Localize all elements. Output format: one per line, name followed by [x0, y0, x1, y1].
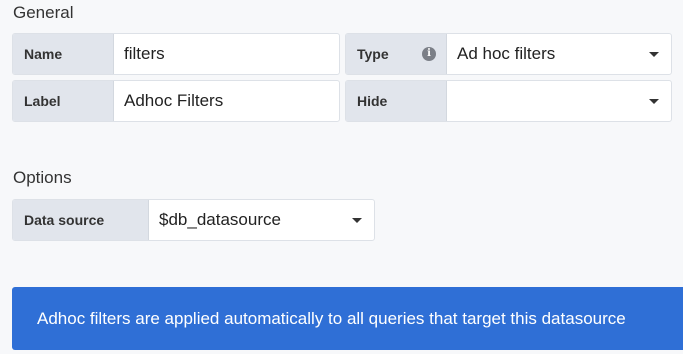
type-field-row: Type i Ad hoc filters — [345, 33, 672, 75]
type-label-text: Type — [357, 46, 389, 62]
hide-label: Hide — [346, 81, 447, 121]
data-source-select-value: $db_datasource — [159, 210, 281, 229]
name-input[interactable]: filters — [114, 34, 339, 74]
data-source-label: Data source — [13, 200, 149, 240]
caret-down-icon — [352, 218, 362, 223]
info-banner-text: Adhoc filters are applied automatically … — [37, 308, 626, 328]
type-select-value: Ad hoc filters — [457, 44, 556, 63]
caret-down-icon — [649, 52, 659, 57]
type-label: Type i — [346, 34, 447, 74]
data-source-select[interactable]: $db_datasource — [149, 200, 374, 240]
info-icon[interactable]: i — [422, 47, 436, 61]
hide-field-row: Hide — [345, 80, 672, 122]
label-field-row: Label Adhoc Filters — [12, 80, 340, 122]
options-section-title: Options — [13, 168, 72, 187]
general-section-title: General — [13, 3, 74, 22]
data-source-field-row: Data source $db_datasource — [12, 199, 375, 241]
label-input[interactable]: Adhoc Filters — [114, 81, 339, 121]
name-field-row: Name filters — [12, 33, 340, 75]
hide-select[interactable] — [447, 81, 671, 121]
info-banner: Adhoc filters are applied automatically … — [12, 287, 683, 350]
name-label: Name — [13, 34, 114, 74]
caret-down-icon — [649, 99, 659, 104]
label-label: Label — [13, 81, 114, 121]
type-select[interactable]: Ad hoc filters — [447, 34, 671, 74]
